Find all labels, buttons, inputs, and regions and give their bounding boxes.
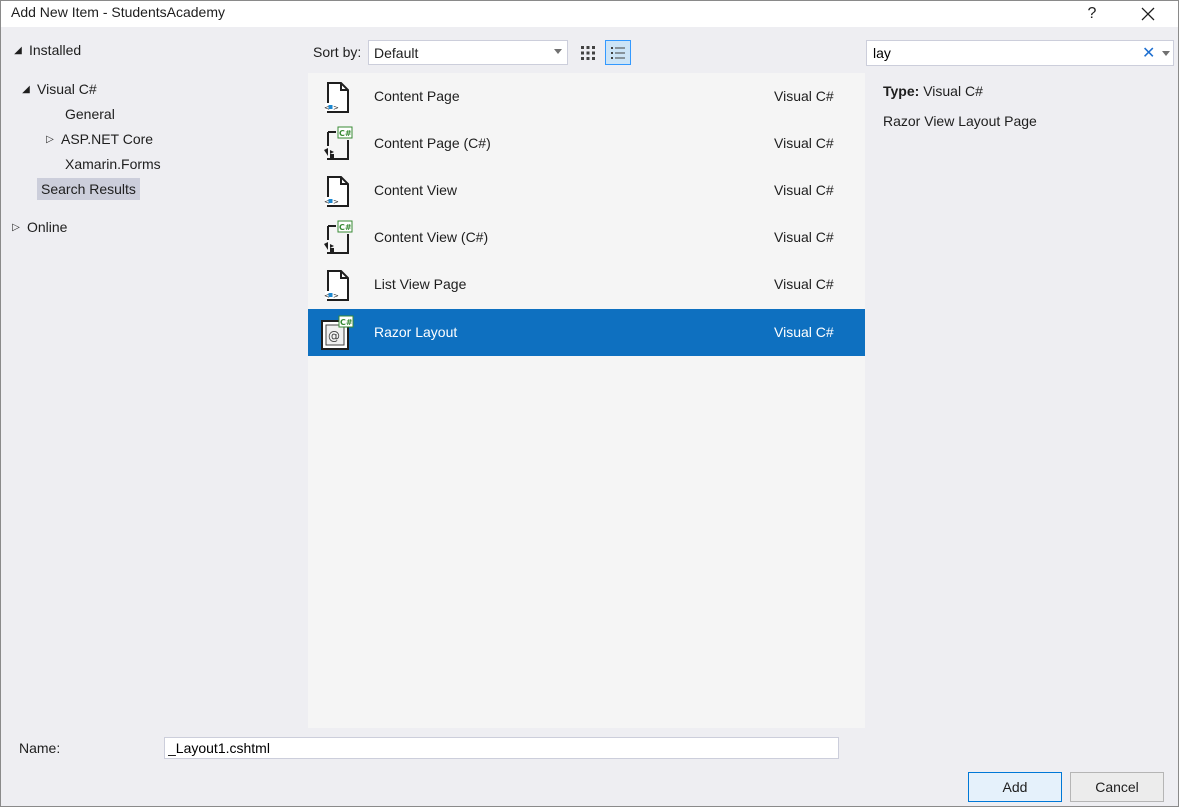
svg-text:C#: C# — [339, 129, 352, 138]
svg-text:>: > — [333, 292, 339, 300]
clear-search-icon[interactable]: ✕ — [1142, 43, 1155, 63]
sort-by-dropdown[interactable]: Default — [368, 40, 568, 65]
name-label: Name: — [19, 740, 61, 756]
list-view-button[interactable] — [605, 40, 631, 65]
expanded-arrow-icon[interactable]: ◢ — [19, 84, 33, 95]
csharp-page-icon: C# — [323, 220, 353, 254]
tree-item-label: General — [65, 106, 115, 122]
template-item-content-view[interactable]: < > Content View Visual C# — [308, 167, 865, 214]
tree-item-visual-csharp[interactable]: ◢ Visual C# — [19, 78, 101, 100]
template-type: Visual C# — [774, 135, 834, 151]
csharp-page-icon: C# — [323, 126, 353, 160]
tree-item-label: Online — [27, 219, 68, 235]
razor-icon: @ C# — [321, 315, 354, 350]
template-type: Visual C# — [774, 88, 834, 104]
search-history-dropdown-icon[interactable] — [1162, 51, 1170, 56]
template-item-content-page-csharp[interactable]: C# Content Page (C#) Visual C# — [308, 120, 865, 167]
add-button[interactable]: Add — [968, 772, 1062, 802]
title-bar: Add New Item - StudentsAcademy ? — [1, 1, 1178, 27]
template-item-content-view-csharp[interactable]: C# Content View (C#) Visual C# — [308, 214, 865, 261]
xaml-page-icon: < > — [324, 270, 349, 301]
tree-item-label: ASP.NET Core — [61, 131, 154, 147]
sort-by-value: Default — [374, 44, 419, 61]
svg-text:C#: C# — [339, 223, 352, 232]
tree-item-label: Search Results — [37, 178, 140, 200]
cancel-button[interactable]: Cancel — [1070, 772, 1164, 802]
search-box: ✕ — [866, 40, 1174, 66]
template-name: Razor Layout — [374, 324, 458, 340]
template-type: Visual C# — [774, 276, 834, 292]
tree-item-online[interactable]: ▷ Online — [9, 216, 71, 238]
tree-item-general[interactable]: General — [61, 103, 119, 125]
template-item-content-page[interactable]: < > Content Page Visual C# — [308, 73, 865, 120]
tree-item-label: Xamarin.Forms — [65, 156, 161, 172]
xaml-page-icon: < > — [324, 82, 349, 113]
expanded-arrow-icon[interactable]: ◢ — [11, 45, 25, 56]
name-input[interactable] — [164, 737, 839, 759]
details-type-value: Visual C# — [923, 83, 983, 99]
template-type: Visual C# — [774, 324, 834, 340]
search-input[interactable] — [873, 45, 1133, 61]
chevron-down-icon — [554, 49, 562, 54]
template-name: List View Page — [374, 276, 467, 292]
close-icon — [1141, 7, 1155, 21]
tree-item-search-results[interactable]: Search Results — [37, 178, 140, 200]
svg-text:C#: C# — [340, 318, 353, 327]
dialog-title: Add New Item - StudentsAcademy — [11, 4, 225, 20]
sort-by-label: Sort by: — [313, 44, 362, 60]
small-icons-view-button[interactable] — [575, 40, 601, 65]
add-new-item-dialog: Add New Item - StudentsAcademy ? ◢ Insta… — [0, 0, 1179, 807]
details-description: Razor View Layout Page — [883, 113, 1037, 129]
template-type: Visual C# — [774, 182, 834, 198]
template-name: Content View (C#) — [374, 229, 489, 245]
svg-text:>: > — [333, 198, 339, 206]
grid-view-icon — [581, 45, 595, 60]
collapsed-arrow-icon[interactable]: ▷ — [9, 222, 23, 233]
tree-item-label: Installed — [29, 42, 82, 58]
template-item-list-view-page[interactable]: < > List View Page Visual C# — [308, 261, 865, 308]
tree-item-installed[interactable]: ◢ Installed — [11, 39, 85, 61]
tree-item-xamarin-forms[interactable]: Xamarin.Forms — [61, 153, 165, 175]
details-type-row: Type: Visual C# — [883, 83, 983, 99]
close-button[interactable] — [1125, 1, 1171, 27]
template-name: Content View — [374, 182, 458, 198]
svg-text:@: @ — [328, 329, 340, 343]
template-item-razor-layout[interactable]: @ C# Razor Layout Visual C# — [308, 309, 865, 356]
svg-text:>: > — [333, 104, 339, 112]
details-type-label: Type: — [883, 83, 920, 99]
tree-item-label: Visual C# — [37, 81, 97, 97]
template-name: Content Page (C#) — [374, 135, 491, 151]
template-type: Visual C# — [774, 229, 834, 245]
help-button[interactable]: ? — [1069, 1, 1115, 27]
template-name: Content Page — [374, 88, 460, 104]
collapsed-arrow-icon[interactable]: ▷ — [43, 134, 57, 145]
list-view-icon — [611, 46, 625, 59]
xaml-page-icon: < > — [324, 176, 349, 207]
tree-item-aspnet-core[interactable]: ▷ ASP.NET Core — [43, 128, 157, 150]
template-list: < > Content Page Visual C# C# Content Pa… — [308, 73, 865, 728]
